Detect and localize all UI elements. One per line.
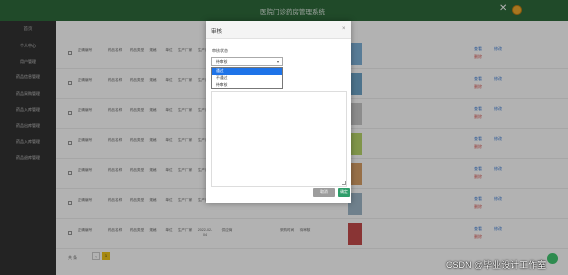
resize-handle[interactable] xyxy=(342,181,346,185)
option-rejected[interactable]: 不通过 xyxy=(212,75,282,82)
close-icon[interactable]: × xyxy=(342,26,346,32)
dialog-header: 审核 × xyxy=(206,21,351,39)
cancel-button[interactable]: 取消 xyxy=(313,188,335,197)
audit-dialog: 审核 × 审核状态 待审核 ▾ 通过 不通过 待审核 取消 确定 xyxy=(206,21,351,203)
audit-status-select[interactable]: 待审核 ▾ xyxy=(211,57,283,66)
watermark: CSDN @毕业设计工作室 xyxy=(446,260,547,270)
select-value: 待审核 xyxy=(216,60,228,64)
option-approved[interactable]: 通过 xyxy=(212,68,282,75)
audit-status-dropdown: 通过 不通过 待审核 xyxy=(211,67,283,89)
dialog-title: 审核 xyxy=(211,29,223,35)
audit-reply-textarea[interactable] xyxy=(211,91,347,187)
option-pending[interactable]: 待审核 xyxy=(212,82,282,89)
confirm-button[interactable]: 确定 xyxy=(338,188,350,197)
chevron-down-icon: ▾ xyxy=(277,59,280,64)
chat-bubble-icon[interactable] xyxy=(547,253,558,264)
audit-status-label: 审核状态 xyxy=(212,48,228,53)
